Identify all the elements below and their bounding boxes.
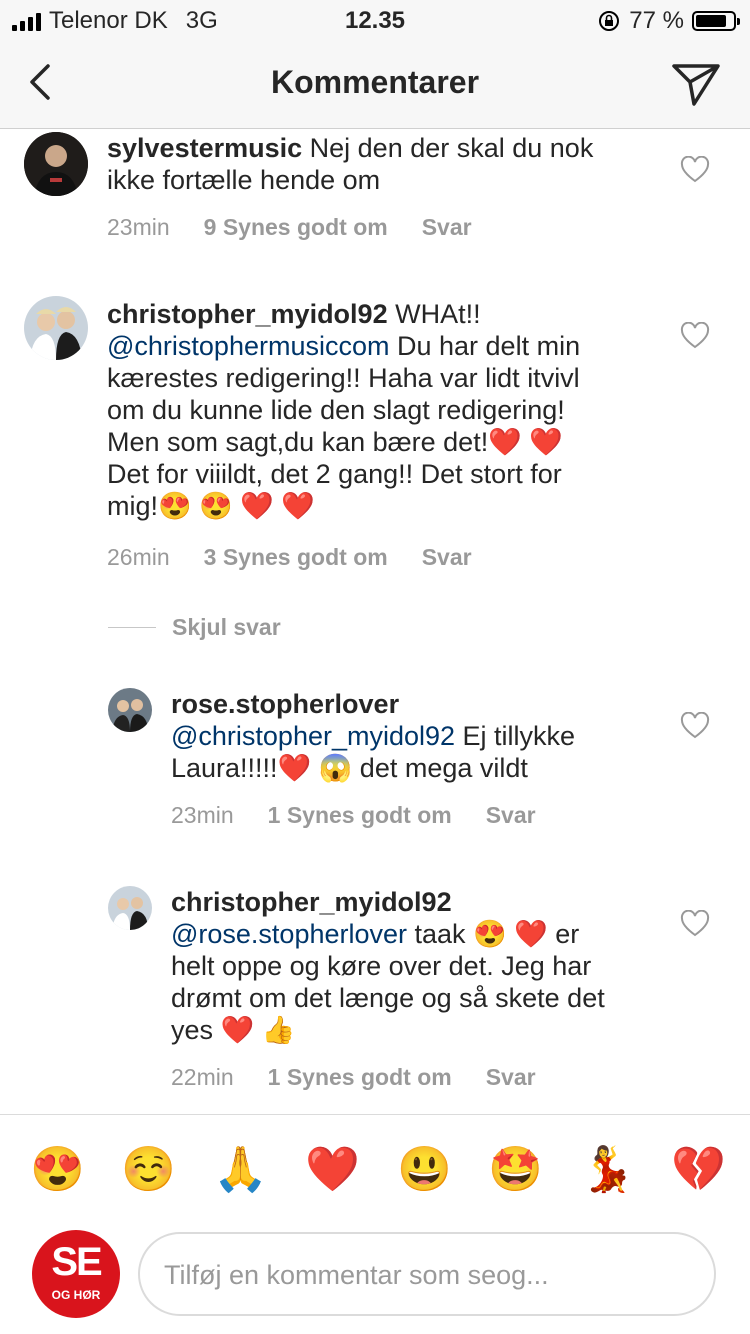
avatar[interactable]: [108, 886, 152, 930]
emoji-smiling[interactable]: ☺️: [121, 1143, 176, 1197]
reply-button[interactable]: Svar: [486, 802, 536, 829]
comment-text-run: ikke fortælle hende om: [107, 165, 381, 195]
comment-line: rose.stopherlover @christopher_myidol92 …: [171, 688, 671, 752]
comment-text-run: om du kunne lide den slagt redigering!: [107, 395, 565, 425]
comment-line: Laura!!!!!❤️ 😱 det mega vildt: [171, 752, 671, 784]
comment-username[interactable]: christopher_myidol92: [171, 887, 452, 917]
mention-link[interactable]: @christopher_myidol92: [171, 721, 455, 751]
comment-line: helt oppe og køre over det. Jeg har: [171, 950, 671, 982]
emoji-broken-heart[interactable]: 💔: [671, 1143, 726, 1197]
comment-text-run: WHAt!!: [395, 299, 481, 329]
likes-count[interactable]: 9 Synes godt om: [204, 214, 388, 241]
battery-icon: [692, 11, 740, 31]
emoji-star-struck[interactable]: 🤩: [488, 1143, 543, 1197]
comment-username[interactable]: sylvestermusic: [107, 133, 302, 163]
comment-username[interactable]: christopher_myidol92: [107, 299, 388, 329]
comment-text: rose.stopherlover @christopher_myidol92 …: [171, 688, 671, 784]
comment-meta: 23min 1 Synes godt om Svar: [171, 802, 536, 829]
account-avatar-logo: SE OG HØR: [32, 1230, 120, 1318]
comment-input-row: SE OG HØR Tilføj en kommentar som seog..…: [0, 1224, 750, 1334]
emoji-dancer[interactable]: 💃: [580, 1143, 635, 1197]
comment-line: mig!😍 😍 ❤️ ❤️: [107, 490, 667, 522]
comment-line: om du kunne lide den slagt redigering!: [107, 394, 667, 426]
comment-line: christopher_myidol92 @rose.stopherlover …: [171, 886, 671, 950]
logo-subtext: OG HØR: [51, 1288, 101, 1302]
comment-meta: 23min 9 Synes godt om Svar: [107, 214, 472, 241]
reply-button[interactable]: Svar: [486, 1064, 536, 1091]
mention-link[interactable]: @rose.stopherlover: [171, 919, 407, 949]
reply-button[interactable]: Svar: [422, 544, 472, 571]
comment-line: kærestes redigering!! Haha var lidt itvi…: [107, 362, 667, 394]
status-right: 77 %: [597, 7, 740, 35]
comment-text: sylvestermusic Nej den der skal du nok ik…: [107, 132, 667, 196]
comment-input[interactable]: Tilføj en kommentar som seog...: [138, 1232, 716, 1316]
comment-time: 22min: [171, 1064, 234, 1090]
comment-meta: 22min 1 Synes godt om Svar: [171, 1064, 536, 1091]
hide-replies-label: Skjul svar: [172, 614, 281, 640]
hide-replies-toggle[interactable]: Skjul svar: [108, 614, 281, 641]
comment-time: 26min: [107, 544, 170, 570]
like-heart-icon[interactable]: [680, 910, 710, 938]
comment-text-run: Du har delt min: [389, 331, 581, 361]
likes-count[interactable]: 1 Synes godt om: [268, 1064, 452, 1091]
comment-line: sylvestermusic Nej den der skal du nok: [107, 132, 667, 164]
avatar[interactable]: [24, 132, 88, 196]
comment-line: ikke fortælle hende om: [107, 164, 667, 196]
comment-line: Det for viiildt, det 2 gang!! Det stort …: [107, 458, 667, 490]
comment-text-run: Ej tillykke: [455, 721, 576, 751]
avatar-photo: [108, 886, 152, 930]
page-title: Kommentarer: [270, 64, 480, 100]
comment-text-run: Men som sagt,du kan bære det!❤️ ❤️: [107, 427, 563, 457]
comment-line: yes ❤️ 👍: [171, 1014, 671, 1046]
comment-line: christopher_myidol92 WHAt!!: [107, 298, 667, 330]
emoji-folded-hands[interactable]: 🙏: [213, 1143, 268, 1197]
like-heart-icon[interactable]: [680, 156, 710, 184]
battery-percent: 77 %: [629, 7, 684, 34]
comment-text: christopher_myidol92 WHAt!! @christopherm…: [107, 298, 667, 522]
comment-text-run: Laura!!!!!❤️ 😱 det mega vildt: [171, 753, 528, 783]
comment-text-run: taak 😍 ❤️ er: [407, 919, 580, 949]
avatar[interactable]: [24, 296, 88, 360]
like-heart-icon[interactable]: [680, 712, 710, 740]
emoji-red-heart[interactable]: ❤️: [305, 1143, 360, 1197]
emoji-grinning[interactable]: 😃: [397, 1143, 452, 1197]
comment-time: 23min: [107, 214, 170, 240]
likes-count[interactable]: 1 Synes godt om: [268, 802, 452, 829]
comment-input-placeholder: Tilføj en kommentar som seog...: [164, 1260, 549, 1290]
comment-text-run: kærestes redigering!! Haha var lidt itvi…: [107, 363, 580, 393]
avatar-photo: [24, 132, 88, 196]
comment-text-run: Det for viiildt, det 2 gang!! Det stort …: [107, 459, 562, 489]
emoji-quick-bar: 😍 ☺️ 🙏 ❤️ 😃 🤩 💃 💔: [0, 1114, 750, 1225]
comment-line: @christophermusiccom Du har delt min: [107, 330, 667, 362]
comment-time: 23min: [171, 802, 234, 828]
comment-username[interactable]: rose.stopherlover: [171, 689, 399, 719]
like-heart-icon[interactable]: [680, 322, 710, 350]
avatar[interactable]: [108, 688, 152, 732]
mention-link[interactable]: @christophermusiccom: [107, 331, 390, 361]
logo-text: SE: [51, 1240, 102, 1284]
comment-text-run: Nej den der skal du nok: [309, 133, 594, 163]
emoji-heart-eyes[interactable]: 😍: [30, 1143, 85, 1197]
comment-text-run: yes ❤️ 👍: [171, 1015, 296, 1045]
divider-line: [108, 627, 156, 628]
reply-button[interactable]: Svar: [422, 214, 472, 241]
comment-text-run: mig!😍 😍 ❤️ ❤️: [107, 491, 315, 521]
status-bar: Telenor DK 3G 12.35 77 %: [0, 0, 750, 40]
comment-meta: 26min 3 Synes godt om Svar: [107, 544, 472, 571]
rotation-lock-icon: [599, 11, 620, 31]
avatar-photo: [24, 296, 88, 360]
comment-text-run: helt oppe og køre over det. Jeg har: [171, 951, 592, 981]
direct-send-icon[interactable]: [670, 58, 722, 110]
comment-text-run: drømt om det længe og så skete det: [171, 983, 605, 1013]
comment-line: drømt om det længe og så skete det: [171, 982, 671, 1014]
comment-line: Men som sagt,du kan bære det!❤️ ❤️: [107, 426, 667, 458]
avatar-photo: [108, 688, 152, 732]
comment-text: christopher_myidol92 @rose.stopherlover …: [171, 886, 671, 1046]
nav-header: Kommentarer: [0, 40, 750, 129]
likes-count[interactable]: 3 Synes godt om: [204, 544, 388, 571]
